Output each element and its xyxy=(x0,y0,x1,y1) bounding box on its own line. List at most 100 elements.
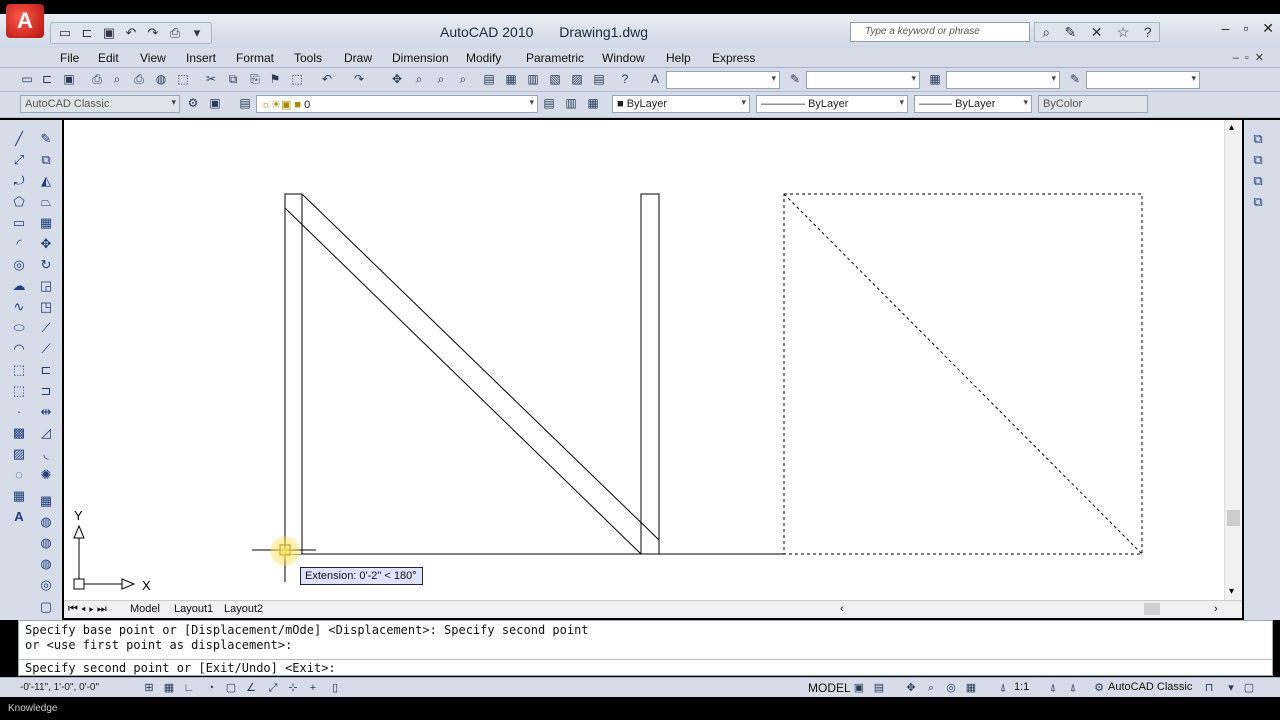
sheet-set-icon[interactable]: ▧ xyxy=(546,71,564,88)
linetype-dropdown[interactable]: ———— ByLayer ▾ xyxy=(756,95,908,113)
redo-icon[interactable]: ↷ xyxy=(143,24,163,42)
chamfer-icon[interactable]: ◿ xyxy=(36,424,56,442)
qnew-icon[interactable]: ▭ xyxy=(18,71,36,88)
hatch-icon[interactable]: ▩ xyxy=(9,424,29,442)
arc-icon[interactable]: ◜ xyxy=(9,235,29,253)
tab-navigation-arrows[interactable]: ⏮◂▸⏭ xyxy=(68,603,110,616)
point-icon[interactable]: · xyxy=(9,403,29,421)
scroll-down-icon[interactable]: ▾ xyxy=(1229,586,1234,597)
zoom-realtime-icon[interactable]: ⌕ xyxy=(410,71,428,88)
copy-object-icon[interactable]: ⧉ xyxy=(36,151,56,169)
rotate-icon[interactable]: ↻ xyxy=(36,256,56,274)
help-icon[interactable]: ? xyxy=(616,71,634,88)
help-icon[interactable]: ? xyxy=(1144,23,1152,41)
workspace-settings-gear-icon[interactable]: ⚙ xyxy=(184,95,202,112)
polygon-icon[interactable]: ⬠ xyxy=(9,193,29,211)
workspace-gear-icon[interactable]: ⚙ xyxy=(1090,680,1108,696)
menu-format[interactable]: Format xyxy=(236,51,274,65)
save-icon[interactable]: ▣ xyxy=(99,24,119,42)
clean-screen-icon[interactable]: ▢ xyxy=(1240,680,1258,696)
quick-properties-icon[interactable]: ▯ xyxy=(326,680,344,696)
send-under-icon[interactable]: ⧉ xyxy=(1248,193,1268,211)
break-at-point-icon[interactable]: ⊏ xyxy=(36,361,56,379)
favorites-star-icon[interactable]: ☆ xyxy=(1117,23,1130,41)
fillet-icon[interactable]: ◟ xyxy=(36,445,56,463)
redo-icon[interactable]: ↷ xyxy=(350,71,368,88)
communication-icon[interactable]: ✕ xyxy=(1091,23,1103,41)
plot-preview-icon[interactable]: ⌕ xyxy=(108,71,126,88)
multiline-text-icon[interactable]: A xyxy=(9,508,29,526)
menu-draw[interactable]: Draw xyxy=(344,51,372,65)
insert-block-icon[interactable]: ⬚ xyxy=(9,361,29,379)
bring-to-front-icon[interactable]: ⧉ xyxy=(1248,130,1268,148)
construction-line-icon[interactable]: ⤢ xyxy=(9,151,29,169)
zoom-window-icon[interactable]: ⌕ xyxy=(432,71,450,88)
ellipse-icon[interactable]: ⬭ xyxy=(9,319,29,337)
layer-previous-icon[interactable]: ▥ xyxy=(562,95,580,112)
menu-help[interactable]: Help xyxy=(666,51,691,65)
table-style-dropdown[interactable]: ▾ xyxy=(946,71,1060,89)
autoscale-icon[interactable]: ⍋ xyxy=(1064,680,1082,696)
status-menu-icon[interactable]: ▾ xyxy=(1222,680,1240,696)
tool-palettes-icon[interactable]: ▥ xyxy=(524,71,542,88)
steering-wheel-icon[interactable]: ◎ xyxy=(942,680,960,696)
layer-dropdown[interactable]: ☼☀▣ ■ 0 ▾ xyxy=(256,95,538,113)
trim-icon[interactable]: ⟋ xyxy=(36,319,56,337)
3d-box-icon[interactable]: ▦ xyxy=(36,492,56,510)
selected-diagonal[interactable] xyxy=(783,193,1143,555)
dim-style-icon[interactable]: ✎ xyxy=(786,71,804,88)
make-current-layer-icon[interactable]: ▤ xyxy=(540,95,558,112)
calculator-icon[interactable]: ▤ xyxy=(590,71,608,88)
vertical-scrollbar[interactable]: ▴ ▾ xyxy=(1224,120,1242,600)
text-style-icon[interactable]: A xyxy=(646,71,664,88)
quick-view-layouts-icon[interactable]: ▣ xyxy=(850,680,868,696)
break-icon[interactable]: ⊐ xyxy=(36,382,56,400)
cut-icon[interactable]: ✂ xyxy=(202,71,220,88)
pan-status-icon[interactable]: ✥ xyxy=(902,680,920,696)
torus-icon[interactable]: ◍ xyxy=(36,534,56,552)
menu-view[interactable]: View xyxy=(140,51,166,65)
left-vertical-member[interactable] xyxy=(284,193,303,555)
multileader-style-icon[interactable]: ✎ xyxy=(1066,71,1084,88)
hscroll-right-icon[interactable]: › xyxy=(1214,603,1218,615)
text-style-dropdown[interactable]: ▾ xyxy=(666,71,780,89)
menu-window[interactable]: Window xyxy=(602,51,645,65)
layer-properties-icon[interactable]: ▤ xyxy=(236,95,254,112)
workspace-save-icon[interactable]: ▣ xyxy=(206,95,224,112)
zoom-previous-icon[interactable]: ⌕ xyxy=(454,71,472,88)
binoculars-icon[interactable]: ⌕ xyxy=(1042,23,1050,41)
polyline-icon[interactable]: ⤾ xyxy=(9,172,29,190)
gradient-icon[interactable]: ▨ xyxy=(9,445,29,463)
offset-icon[interactable]: ⏢ xyxy=(36,193,56,211)
vertical-scroll-thumb[interactable] xyxy=(1227,510,1240,526)
scroll-up-icon[interactable]: ▴ xyxy=(1229,122,1234,133)
menu-insert[interactable]: Insert xyxy=(186,51,216,65)
pan-icon[interactable]: ✥ xyxy=(388,71,406,88)
menu-tools[interactable]: Tools xyxy=(294,51,322,65)
layer-state-icon[interactable]: ▦ xyxy=(584,95,602,112)
scale-icon[interactable]: ◲ xyxy=(36,277,56,295)
circle-icon[interactable]: ◎ xyxy=(9,256,29,274)
grid-icon[interactable]: ▦ xyxy=(160,680,178,696)
minimize-icon[interactable]: – xyxy=(1222,20,1230,37)
menu-edit[interactable]: Edit xyxy=(98,51,119,65)
revolve-icon[interactable]: ◍ xyxy=(36,555,56,573)
properties-icon[interactable]: ▤ xyxy=(480,71,498,88)
orbit-icon[interactable]: ◎ xyxy=(36,576,56,594)
zoom-status-icon[interactable]: ⌕ xyxy=(922,680,940,696)
publish-icon[interactable]: ⎙ xyxy=(130,71,148,88)
dim-style-dropdown[interactable]: ▾ xyxy=(806,71,920,89)
solid-icon[interactable]: ▢ xyxy=(36,598,56,616)
revision-cloud-icon[interactable]: ☁ xyxy=(9,277,29,295)
explode-icon[interactable]: ✺ xyxy=(36,466,56,484)
command-prompt[interactable]: Specify second point or [Exit/Undo] <Exi… xyxy=(25,661,336,675)
etransmit-icon[interactable]: ⬚ xyxy=(174,71,192,88)
send-to-back-icon[interactable]: ⧉ xyxy=(1248,151,1268,169)
3d-dwf-icon[interactable]: ◍ xyxy=(152,71,170,88)
dynamic-input-icon[interactable]: ⊹ xyxy=(284,680,302,696)
polar-icon[interactable]: ◔ xyxy=(202,680,220,696)
showmotion-icon[interactable]: ▦ xyxy=(962,680,980,696)
subscription-icon[interactable]: ✎ xyxy=(1065,23,1077,41)
lineweight-dropdown[interactable]: ——— ByLayer ▾ xyxy=(914,95,1032,113)
table-icon[interactable]: ▦ xyxy=(9,487,29,505)
